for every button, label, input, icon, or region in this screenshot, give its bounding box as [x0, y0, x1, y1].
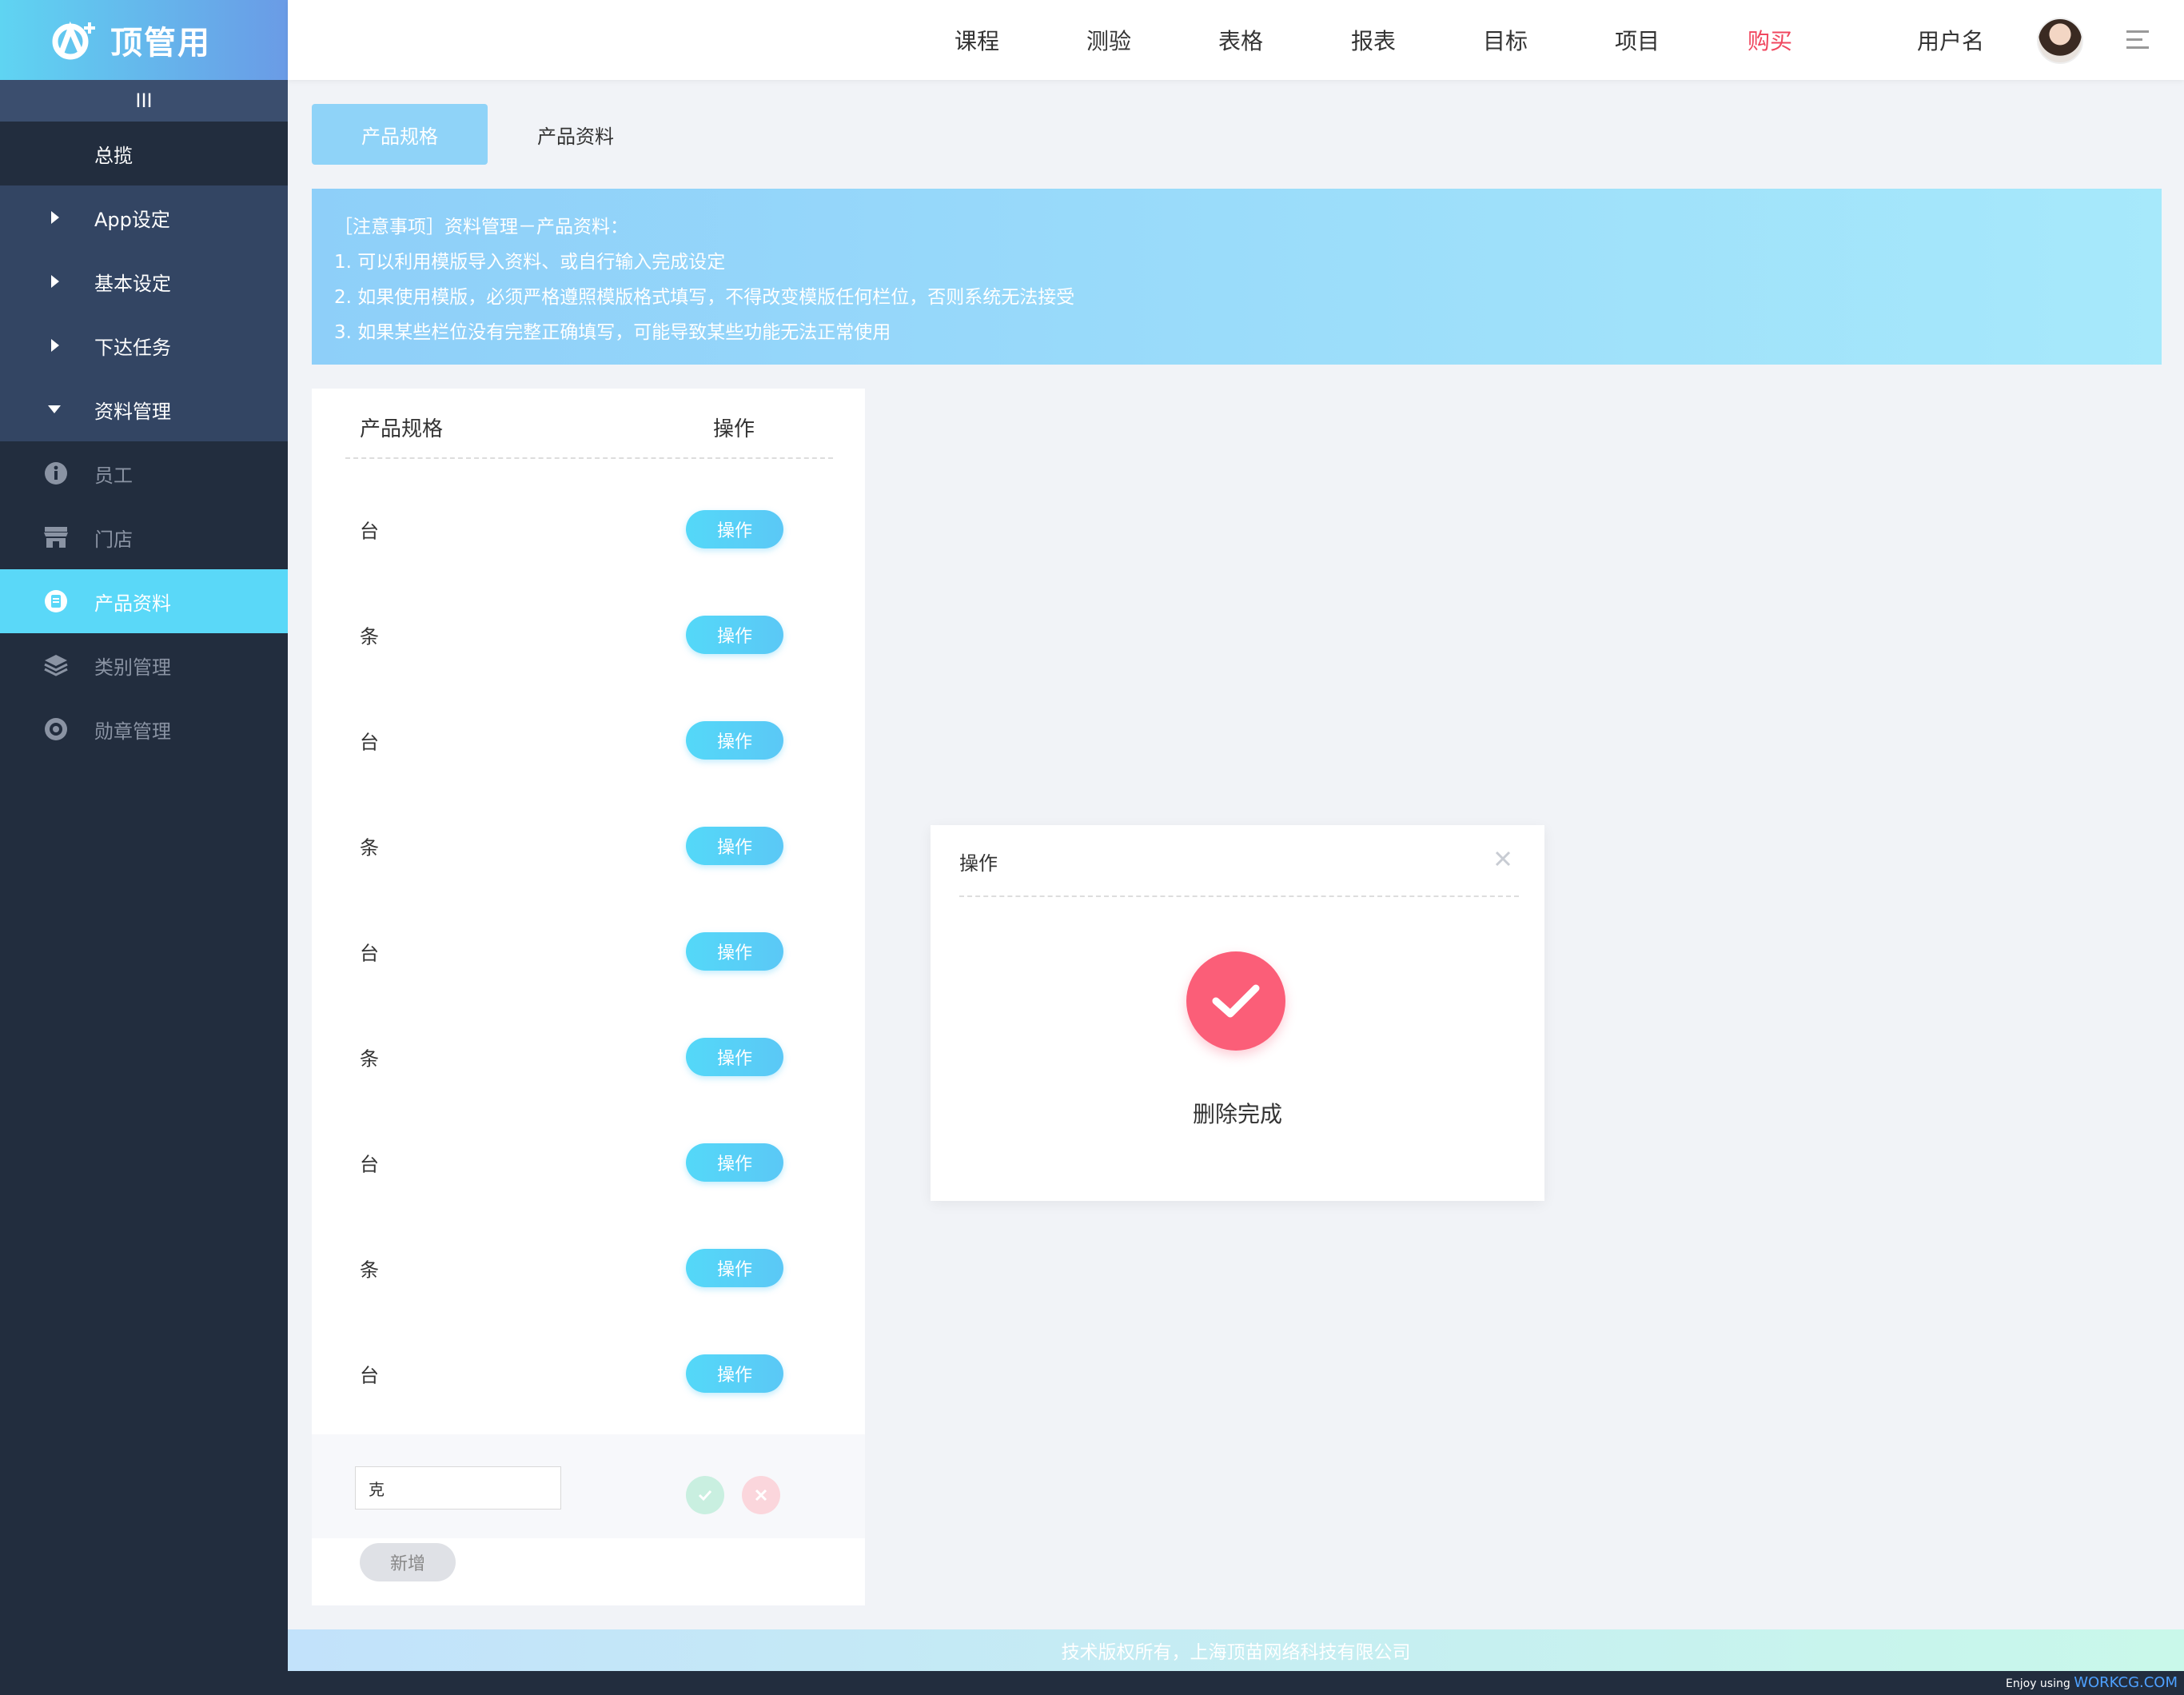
notice-line: 1. 可以利用模版导入资料、或自行输入完成设定	[334, 252, 726, 273]
store-icon	[43, 524, 69, 550]
sidebar-item-data-management[interactable]: 资料管理	[0, 377, 288, 441]
row-action-button[interactable]: 操作	[686, 827, 783, 865]
dialog-divider	[959, 895, 1519, 897]
nav-item-forms[interactable]: 表格	[1218, 24, 1263, 56]
nav-item-goals[interactable]: 目标	[1483, 24, 1528, 56]
column-header-spec: 产品规格	[360, 417, 444, 441]
caret-down-icon	[48, 405, 61, 413]
layers-icon	[43, 652, 69, 678]
avatar[interactable]	[2037, 18, 2083, 64]
row-action-button[interactable]: 操作	[686, 1249, 783, 1287]
row-action-button[interactable]: 操作	[686, 1143, 783, 1182]
sidebar-item-label: App设定	[94, 208, 170, 231]
dialog-message: 删除完成	[1192, 1101, 1282, 1127]
column-header-action: 操作	[713, 417, 755, 441]
sidebar-item-label: 类别管理	[94, 656, 171, 679]
spec-input[interactable]	[355, 1466, 561, 1510]
row-action-button[interactable]: 操作	[686, 932, 783, 971]
table-row: 台 操作	[312, 688, 865, 793]
notice-line: 3. 如果某些栏位没有完整正确填写，可能导致某些功能无法正常使用	[334, 322, 891, 343]
sidebar-item-badge-management[interactable]: 勋章管理	[0, 697, 288, 761]
nav-item-courses[interactable]: 课程	[955, 24, 999, 56]
caret-right-icon	[51, 211, 59, 224]
spec-table-card: 产品规格 操作 台操作条操作台操作条操作台操作条操作台操作条操作台操作 新增	[312, 389, 865, 1605]
notice-box: ［注意事项］资料管理－产品资料： 1. 可以利用模版导入资料、或自行输入完成设定…	[312, 189, 2162, 365]
row-action-button[interactable]: 操作	[686, 510, 783, 548]
sidebar: 顶管用 III 总揽 App设定 基本设定 下达任务 资料管理 员工 门店 产品…	[0, 0, 288, 1671]
sidebar-item-product-data[interactable]: 产品资料	[0, 569, 288, 633]
spec-cell: 台	[360, 520, 379, 543]
spec-cell: 台	[360, 1364, 379, 1387]
sidebar-item-label: 基本设定	[94, 272, 171, 295]
medal-icon	[43, 716, 69, 742]
spec-cell: 条	[360, 1047, 379, 1071]
table-row: 台 操作	[312, 899, 865, 1004]
spec-cell: 台	[360, 1153, 379, 1176]
cancel-icon[interactable]	[742, 1476, 780, 1514]
brand-logo[interactable]: 顶管用	[0, 0, 288, 80]
sidebar-item-label: 勋章管理	[94, 720, 171, 743]
sidebar-collapse-toggle[interactable]: III	[0, 80, 288, 122]
table-row: 条 操作	[312, 582, 865, 688]
credit-prefix: Enjoy using	[2006, 1677, 2070, 1690]
table-row: 台 操作	[312, 477, 865, 582]
spec-cell: 条	[360, 836, 379, 859]
sidebar-item-category-management[interactable]: 类别管理	[0, 633, 288, 697]
sidebar-item-label: 总揽	[94, 144, 133, 167]
table-row: 条 操作	[312, 793, 865, 899]
success-check-icon	[1186, 951, 1285, 1051]
sidebar-item-assign-tasks[interactable]: 下达任务	[0, 313, 288, 377]
caret-right-icon	[51, 339, 59, 352]
table-row: 条 操作	[312, 1215, 865, 1321]
nav-item-purchase[interactable]: 购买	[1748, 24, 1792, 56]
sidebar-item-overview[interactable]: 总揽	[0, 122, 288, 185]
new-spec-row	[312, 1434, 865, 1538]
row-action-button[interactable]: 操作	[686, 1038, 783, 1076]
spec-cell: 条	[360, 625, 379, 648]
confirm-icon[interactable]	[686, 1476, 724, 1514]
sidebar-item-label: 员工	[94, 464, 133, 487]
spec-cell: 台	[360, 731, 379, 754]
row-action-button[interactable]: 操作	[686, 1354, 783, 1393]
sidebar-item-label: 产品资料	[94, 592, 171, 615]
operation-dialog: 操作 删除完成	[931, 825, 1544, 1201]
caret-right-icon	[51, 275, 59, 288]
sidebar-item-label: 下达任务	[94, 336, 171, 359]
tab-product-data[interactable]: 产品资料	[512, 104, 640, 165]
sidebar-item-label: 资料管理	[94, 400, 171, 423]
table-row: 台 操作	[312, 1110, 865, 1215]
menu-icon[interactable]	[2126, 30, 2149, 54]
credit-site[interactable]: WORKCG.COM	[2074, 1674, 2178, 1691]
bottom-strip	[0, 1671, 2184, 1695]
document-icon	[43, 588, 69, 614]
username[interactable]: 用户名	[1917, 24, 1984, 56]
row-action-button[interactable]: 操作	[686, 721, 783, 760]
dialog-title: 操作	[959, 852, 998, 875]
notice-line: 2. 如果使用模版，必须严格遵照模版格式填写，不得改变模版任何栏位，否则系统无法…	[334, 287, 1075, 308]
notice-title: ［注意事项］资料管理－产品资料：	[334, 217, 628, 237]
add-button[interactable]: 新增	[360, 1543, 456, 1581]
logo-icon	[50, 18, 107, 62]
sidebar-item-employees[interactable]: 员工	[0, 441, 288, 505]
row-action-button[interactable]: 操作	[686, 616, 783, 654]
header-divider	[345, 457, 833, 459]
sidebar-item-stores[interactable]: 门店	[0, 505, 288, 569]
close-icon[interactable]	[1490, 846, 1516, 871]
spec-cell: 台	[360, 942, 379, 965]
site-credit: Enjoy using WORKCG.COM	[2006, 1674, 2178, 1691]
top-header: 课程 测验 表格 报表 目标 项目 购买 用户名	[288, 0, 2184, 80]
sidebar-item-app-settings[interactable]: App设定	[0, 185, 288, 249]
nav-item-quizzes[interactable]: 测验	[1086, 24, 1131, 56]
table-row: 条 操作	[312, 1004, 865, 1110]
sidebar-item-label: 门店	[94, 528, 133, 551]
nav-item-projects[interactable]: 项目	[1615, 24, 1660, 56]
brand-name: 顶管用	[110, 25, 211, 62]
spec-cell: 条	[360, 1258, 379, 1282]
tab-product-spec[interactable]: 产品规格	[312, 104, 488, 165]
sidebar-item-basic-settings[interactable]: 基本设定	[0, 249, 288, 313]
footer-copyright: 技术版权所有，上海顶苗网络科技有限公司	[288, 1629, 2184, 1671]
table-row: 台 操作	[312, 1321, 865, 1426]
info-icon	[43, 461, 69, 486]
nav-item-reports[interactable]: 报表	[1351, 24, 1396, 56]
